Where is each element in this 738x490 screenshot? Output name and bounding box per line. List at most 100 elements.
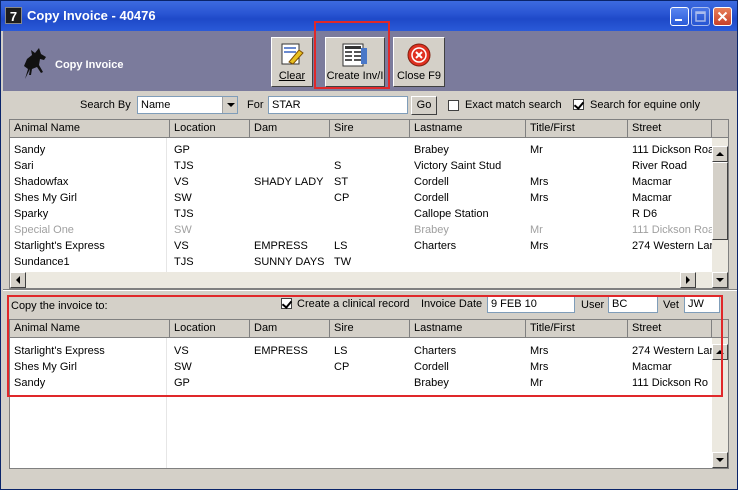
results-cell-title	[526, 206, 628, 222]
results-row[interactable]: Starlight's Express VS EMPRESS LS Charters Mr…	[10, 238, 712, 254]
results-row[interactable]: Shes My Girl SW CP Cordell Mrs Macmar	[10, 190, 712, 206]
results-cell-street: Macmar	[632, 176, 672, 188]
close-f9-label: Close F9	[396, 70, 442, 82]
results-cell-sire: ST	[334, 176, 349, 188]
window-close-button[interactable]	[713, 7, 732, 26]
results-cell-lastname: Callope Station	[414, 208, 489, 220]
results-cell-title: Mr	[530, 224, 543, 236]
close-f9-button[interactable]: Close F9	[393, 37, 445, 87]
scroll-up-button[interactable]	[712, 146, 728, 162]
search-input-value: STAR	[272, 99, 301, 111]
copy-invoice-window: 7 Copy Invoice - 40476 Copy Invoice Clea…	[0, 0, 738, 490]
app-icon[interactable]: 7	[5, 7, 22, 24]
search-by-label: Search By	[80, 99, 131, 111]
results-cell-location: VS	[174, 240, 189, 252]
results-column-header[interactable]: Sire	[330, 120, 410, 137]
results-cell-name: Sparky	[14, 208, 49, 220]
results-cell-location: SW	[174, 224, 192, 236]
results-cell-lastname: Brabey	[414, 144, 449, 156]
results-cell-street: 111 Dickson Roa	[632, 224, 712, 236]
results-cell-lastname: Charters	[414, 240, 457, 252]
results-cell-lastname: Cordell	[414, 192, 449, 204]
results-cell-location: GP	[174, 144, 190, 156]
results-cell-dam	[250, 158, 330, 174]
results-cell-location: TJS	[174, 208, 194, 220]
results-cell-sire: S	[334, 160, 342, 172]
results-cell-lastname: Victory Saint Stud	[414, 160, 502, 172]
results-cell-street: 111 Dickson Roa	[632, 144, 712, 156]
clear-document-icon	[281, 43, 304, 65]
scroll-down-button[interactable]	[712, 272, 728, 288]
results-cell-title: Mrs	[530, 192, 549, 204]
results-column-header[interactable]: Animal Name	[10, 120, 170, 137]
maximize-button[interactable]	[691, 7, 710, 26]
results-cell-street	[628, 254, 712, 270]
results-row[interactable]: Special One SW Brabey Mr 111 Dickson Roa	[10, 222, 712, 238]
results-row[interactable]: Sandy GP Brabey Mr 111 Dickson Roa	[10, 142, 712, 158]
results-cell-dam: SUNNY DAYS	[254, 256, 325, 268]
results-row[interactable]: Shadowfax VS SHADY LADY ST Cordell Mrs Macmar	[10, 174, 712, 190]
results-cell-sire: LS	[334, 240, 348, 252]
results-cell-street: 274 Western Lar	[632, 240, 712, 252]
results-cell-name: Sundance1	[14, 256, 70, 268]
minimize-icon	[675, 19, 682, 21]
window-title: Copy Invoice - 40476	[27, 8, 156, 23]
results-cell-street: Macmar	[632, 192, 672, 204]
results-grid[interactable]: Animal Name Location Dam Sire Lastname Title/…	[9, 119, 729, 289]
results-cell-dam	[250, 206, 330, 222]
search-input[interactable]: STAR	[268, 96, 408, 114]
results-row[interactable]: Sundance1 TJS SUNNY DAYS TW	[10, 254, 712, 270]
results-cell-street: R D6	[632, 208, 658, 220]
results-cell-street: River Road	[632, 160, 688, 172]
results-column-header[interactable]: Lastname	[410, 120, 526, 137]
results-cell-sire: TW	[334, 256, 352, 268]
results-cell-name: Shadowfax	[14, 176, 69, 188]
results-cell-name: Starlight's Express	[14, 240, 105, 252]
equine-only-label: Search for equine only	[590, 99, 701, 111]
results-column-header[interactable]: Location	[170, 120, 250, 137]
results-cell-location: TJS	[174, 160, 194, 172]
results-cell-sire: CP	[334, 192, 350, 204]
results-cell-sire	[330, 142, 410, 158]
search-by-value: Name	[141, 99, 171, 111]
results-cell-name: Sandy	[14, 144, 46, 156]
highlight-create-button	[314, 21, 390, 89]
results-cell-location: SW	[174, 192, 192, 204]
results-row[interactable]: Sparky TJS Callope Station R D6	[10, 206, 712, 222]
results-cell-title: Mrs	[530, 240, 549, 252]
results-column-header[interactable]: Street	[628, 120, 712, 137]
results-cell-dam	[250, 222, 330, 238]
results-cell-dam: SHADY LADY	[254, 176, 324, 188]
results-cell-title	[526, 158, 628, 174]
scroll-thumb[interactable]	[712, 162, 728, 240]
go-button[interactable]: Go	[411, 96, 437, 115]
equine-only-checkbox[interactable]	[573, 99, 584, 110]
chevron-down-icon[interactable]	[222, 97, 237, 113]
minimize-button[interactable]	[670, 7, 689, 26]
exact-match-checkbox[interactable]	[448, 100, 459, 111]
results-row[interactable]: Sari TJS S Victory Saint Stud River Road	[10, 158, 712, 174]
horse-logo-icon	[24, 48, 46, 79]
exact-match-label: Exact match search	[465, 99, 562, 111]
targets-scroll-down-button[interactable]	[712, 452, 728, 468]
results-column-header[interactable]: Dam	[250, 120, 330, 137]
results-vertical-scrollbar[interactable]	[712, 138, 728, 288]
results-cell-title: Mrs	[530, 176, 549, 188]
search-by-select[interactable]: Name	[137, 96, 238, 114]
results-cell-lastname: Brabey	[414, 224, 449, 236]
section-divider	[3, 289, 737, 291]
close-icon	[407, 43, 431, 67]
results-cell-name: Shes My Girl	[14, 192, 77, 204]
results-cell-name: Special One	[14, 224, 74, 236]
results-grid-header: Animal Name Location Dam Sire Lastname Title/…	[10, 120, 728, 138]
results-cell-dam: EMPRESS	[254, 240, 308, 252]
scroll-right-button[interactable]	[680, 272, 696, 288]
results-cell-name: Sari	[14, 160, 34, 172]
header-title: Copy Invoice	[55, 59, 124, 71]
results-column-header[interactable]: Title/First	[526, 120, 628, 137]
results-cell-sire	[330, 222, 410, 238]
results-horizontal-scrollbar[interactable]	[10, 272, 712, 288]
scroll-left-button[interactable]	[10, 272, 26, 288]
results-cell-title	[526, 254, 628, 270]
clear-button[interactable]: Clear	[271, 37, 313, 87]
